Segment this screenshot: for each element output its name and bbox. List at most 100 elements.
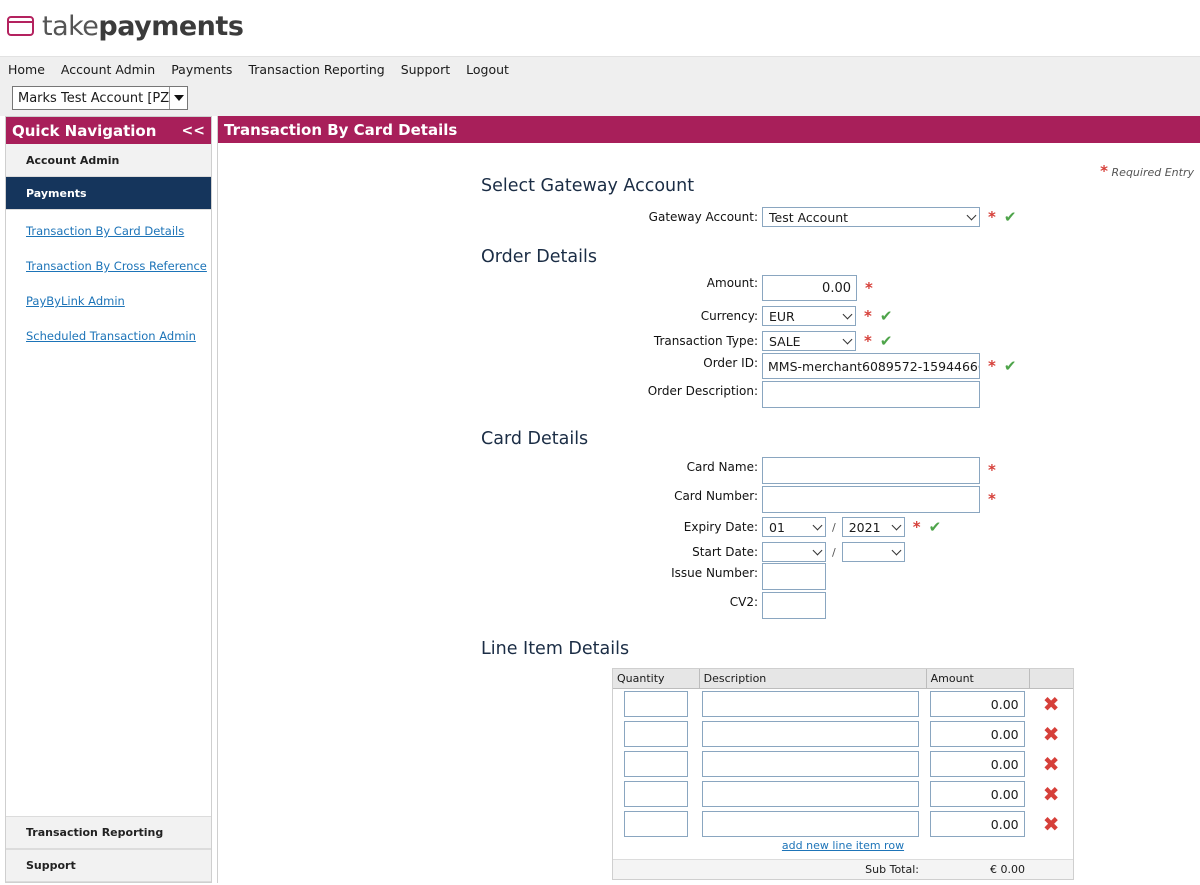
description-input[interactable] xyxy=(701,811,919,837)
column-header-quantity: Quantity xyxy=(617,672,665,685)
row-expiry-date: Expiry Date: 01 / 2021 * ✔ xyxy=(548,515,941,539)
quantity-input[interactable] xyxy=(624,751,688,777)
gateway-account-value: Test Account xyxy=(769,209,849,225)
section-title-line-items: Line Item Details xyxy=(481,639,630,659)
delete-row-icon[interactable]: ✖ xyxy=(1029,722,1073,746)
asterisk-icon: * xyxy=(864,307,872,325)
collapse-sidebar-button[interactable]: << xyxy=(182,123,205,139)
transaction-type-select[interactable]: SALE xyxy=(762,331,856,351)
line-items-table: Quantity Description Amount 0.00 ✖ 0.00 ✖ 0.… xyxy=(612,668,1074,880)
table-row: 0.00 ✖ xyxy=(613,719,1073,749)
row-issue-number: Issue Number: xyxy=(548,562,826,590)
section-title-gateway: Select Gateway Account xyxy=(481,176,695,196)
quantity-input[interactable] xyxy=(624,811,688,837)
row-transaction-type: Transaction Type: SALE * ✔ xyxy=(548,329,892,353)
row-card-name: Card Name: * xyxy=(548,456,996,484)
chevron-down-icon xyxy=(812,520,823,530)
start-month-select[interactable] xyxy=(762,542,826,562)
sidebar-item-account-admin[interactable]: Account Admin xyxy=(6,144,211,177)
main-menu: Home Account Admin Payments Transaction … xyxy=(8,62,525,77)
cv2-input[interactable] xyxy=(762,591,826,619)
delete-row-icon[interactable]: ✖ xyxy=(1029,782,1073,806)
quantity-input[interactable] xyxy=(624,691,688,717)
description-input[interactable] xyxy=(701,691,919,717)
menu-transaction-reporting[interactable]: Transaction Reporting xyxy=(248,62,384,77)
checkmark-icon: ✔ xyxy=(1003,357,1017,375)
add-line-item-row-link[interactable]: add new line item row xyxy=(782,839,904,852)
asterisk-icon: * xyxy=(988,490,996,508)
expiry-month-select[interactable]: 01 xyxy=(762,517,826,537)
issue-number-label: Issue Number: xyxy=(671,566,758,580)
section-title-card: Card Details xyxy=(481,429,589,449)
sidebar-link-paybylink-admin[interactable]: PayByLink Admin xyxy=(6,284,211,319)
subtotal-label: Sub Total: xyxy=(865,863,919,876)
expiry-date-label: Expiry Date: xyxy=(683,520,758,534)
required-entry-text: Required Entry xyxy=(1111,166,1194,179)
quantity-input[interactable] xyxy=(624,721,688,747)
transaction-type-label: Transaction Type: xyxy=(653,334,758,348)
sidebar-link-transaction-by-card-details[interactable]: Transaction By Card Details xyxy=(6,214,211,249)
menu-logout[interactable]: Logout xyxy=(466,62,509,77)
order-id-input[interactable]: MMS-merchant6089572-1594466681 xyxy=(762,353,980,379)
line-amount-input[interactable]: 0.00 xyxy=(929,751,1025,777)
card-logo-icon xyxy=(6,13,36,39)
row-start-date: Start Date: / xyxy=(548,540,905,564)
expiry-month-value: 01 xyxy=(769,519,785,535)
line-items-rows: 0.00 ✖ 0.00 ✖ 0.00 ✖ 0.00 ✖ 0.00 ✖ xyxy=(613,689,1073,839)
card-number-label: Card Number: xyxy=(674,489,758,503)
sidebar-link-scheduled-transaction-admin[interactable]: Scheduled Transaction Admin xyxy=(6,319,211,354)
delete-row-icon[interactable]: ✖ xyxy=(1029,812,1073,836)
subtotal-row: Sub Total: € 0.00 xyxy=(613,859,1073,879)
menu-payments[interactable]: Payments xyxy=(171,62,232,77)
sidebar-header: Quick Navigation << xyxy=(6,117,211,144)
line-amount-input[interactable]: 0.00 xyxy=(929,721,1025,747)
asterisk-icon: * xyxy=(988,461,996,479)
sidebar-item-payments[interactable]: Payments xyxy=(6,177,211,210)
amount-input[interactable]: 0.00 xyxy=(762,275,857,301)
expiry-year-select[interactable]: 2021 xyxy=(841,517,905,537)
card-name-input[interactable] xyxy=(762,456,980,484)
card-number-input[interactable] xyxy=(762,485,980,513)
description-input[interactable] xyxy=(701,721,919,747)
delete-row-icon[interactable]: ✖ xyxy=(1029,692,1073,716)
date-separator: / xyxy=(832,520,836,534)
sidebar-item-support[interactable]: Support xyxy=(6,849,211,882)
chevron-down-icon xyxy=(891,520,902,530)
row-card-number: Card Number: * xyxy=(548,485,996,513)
menu-account-admin[interactable]: Account Admin xyxy=(61,62,155,77)
menu-support[interactable]: Support xyxy=(401,62,450,77)
delete-row-icon[interactable]: ✖ xyxy=(1029,752,1073,776)
menu-home[interactable]: Home xyxy=(8,62,45,77)
line-amount-input[interactable]: 0.00 xyxy=(929,781,1025,807)
checkmark-icon: ✔ xyxy=(1003,208,1017,226)
line-amount-input[interactable]: 0.00 xyxy=(929,811,1025,837)
table-row: 0.00 ✖ xyxy=(613,779,1073,809)
asterisk-icon: * xyxy=(865,279,873,297)
gateway-account-select[interactable]: Test Account xyxy=(762,207,980,227)
quantity-input[interactable] xyxy=(624,781,688,807)
sidebar-title: Quick Navigation xyxy=(12,121,157,140)
chevron-down-icon xyxy=(891,545,902,555)
asterisk-icon: * xyxy=(988,208,996,226)
order-description-input[interactable] xyxy=(762,380,980,408)
account-selector[interactable]: Marks Test Account [PZN xyxy=(12,86,188,110)
currency-select[interactable]: EUR xyxy=(762,306,856,326)
sidebar-item-transaction-reporting[interactable]: Transaction Reporting xyxy=(6,816,211,849)
sidebar-link-transaction-by-cross-reference[interactable]: Transaction By Cross Reference xyxy=(6,249,211,284)
row-amount: Amount: 0.00 * xyxy=(548,275,873,301)
asterisk-icon: * xyxy=(1100,162,1109,180)
chevron-down-icon xyxy=(966,210,977,220)
asterisk-icon: * xyxy=(988,357,996,375)
transaction-type-value: SALE xyxy=(769,333,801,349)
row-gateway-account: Gateway Account: Test Account * ✔ xyxy=(548,205,1016,229)
description-input[interactable] xyxy=(701,781,919,807)
order-description-label: Order Description: xyxy=(647,384,758,398)
issue-number-input[interactable] xyxy=(762,562,826,590)
brand-logo[interactable]: takepayments xyxy=(6,8,244,44)
row-order-id: Order ID: MMS-merchant6089572-1594466681… xyxy=(548,353,1017,379)
card-name-label: Card Name: xyxy=(686,460,758,474)
amount-label: Amount: xyxy=(706,276,758,290)
start-year-select[interactable] xyxy=(841,542,905,562)
description-input[interactable] xyxy=(701,751,919,777)
line-amount-input[interactable]: 0.00 xyxy=(929,691,1025,717)
